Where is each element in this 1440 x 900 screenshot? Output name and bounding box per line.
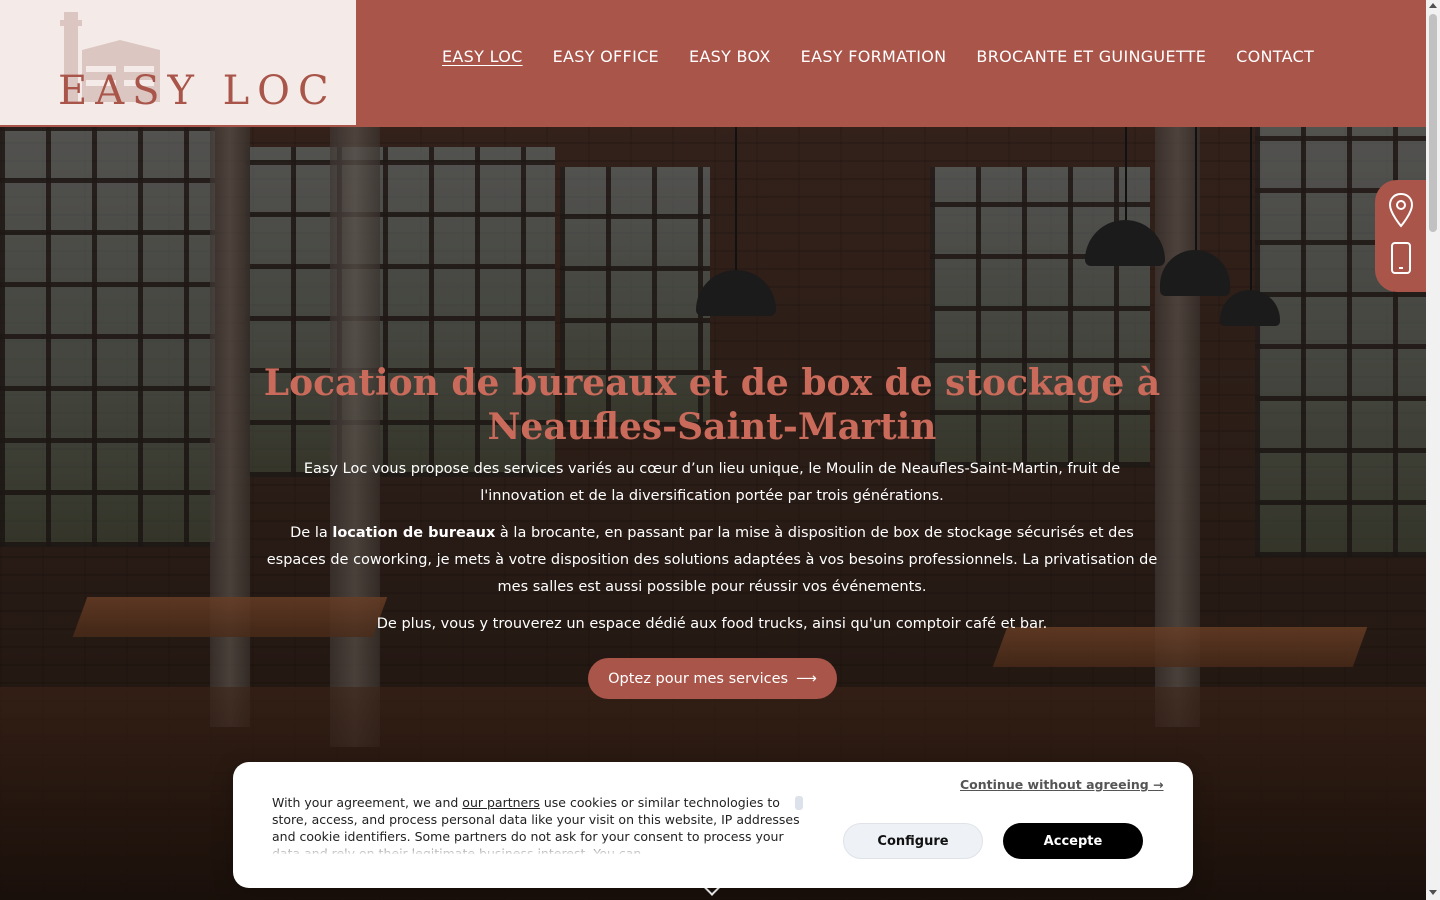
hero-services-text: De la location de bureaux à la brocante,… (262, 520, 1162, 601)
nav-item-easy-box[interactable]: EASY BOX (689, 46, 771, 68)
accept-button[interactable]: Accepte (1003, 823, 1143, 859)
cookie-text-scrollbar[interactable] (795, 796, 803, 810)
scroll-up-arrow-icon[interactable] (1429, 3, 1437, 8)
nav-item-easy-loc[interactable]: EASY LOC (442, 46, 523, 68)
logo-text: EASY LOC (58, 68, 337, 114)
scrollbar-thumb[interactable] (1429, 14, 1437, 232)
location-bureaux-highlight: location de bureaux (332, 525, 496, 541)
scroll-down-arrow-icon[interactable] (1429, 890, 1437, 895)
configure-button[interactable]: Configure (843, 823, 983, 859)
hero-background-lamp-cord (735, 127, 737, 272)
nav-item-contact[interactable]: CONTACT (1236, 46, 1314, 68)
main-nav: EASY LOC EASY OFFICE EASY BOX EASY FORMA… (442, 46, 1344, 68)
hero-background-lamp-cord (1195, 127, 1197, 252)
nav-item-easy-formation[interactable]: EASY FORMATION (801, 46, 947, 68)
services-cta-button[interactable]: Optez pour mes services ⟶ (588, 658, 837, 699)
hero-title: Location de bureaux et de box de stockag… (263, 362, 1161, 448)
arrow-right-icon: ⟶ (796, 670, 817, 687)
map-pin-icon[interactable] (1387, 192, 1415, 228)
cookie-text-part: With your agreement, we and (272, 795, 463, 810)
hero-intro-text: Easy Loc vous propose des services varié… (303, 461, 1121, 504)
hero-background-window (0, 127, 215, 547)
site-header: EASY LOC EASY LOC EASY OFFICE EASY BOX E… (0, 0, 1426, 127)
hero-background-pillar (210, 127, 250, 727)
continue-without-agreeing-link[interactable]: Continue without agreeing → (960, 777, 1164, 792)
logo[interactable]: EASY LOC (0, 0, 356, 125)
nav-item-easy-office[interactable]: EASY OFFICE (553, 46, 659, 68)
nav-item-brocante-guinguette[interactable]: BROCANTE ET GUINGUETTE (976, 46, 1206, 68)
cta-label: Optez pour mes services (608, 670, 789, 687)
hero-background-lamp-cord (1125, 127, 1127, 222)
contact-side-tab (1375, 180, 1426, 292)
page-scrollbar[interactable] (1426, 0, 1440, 900)
cookie-text-fade (272, 840, 802, 856)
hero-food-trucks-text: De plus, vous y trouverez un espace dédi… (376, 616, 1048, 632)
hero-services-text-part: De la (290, 525, 333, 541)
cookie-consent-banner: Continue without agreeing → With your ag… (233, 762, 1193, 888)
hero-background-lamp-cord (1250, 127, 1252, 292)
our-partners-link[interactable]: our partners (462, 795, 540, 810)
phone-icon[interactable] (1387, 240, 1415, 276)
